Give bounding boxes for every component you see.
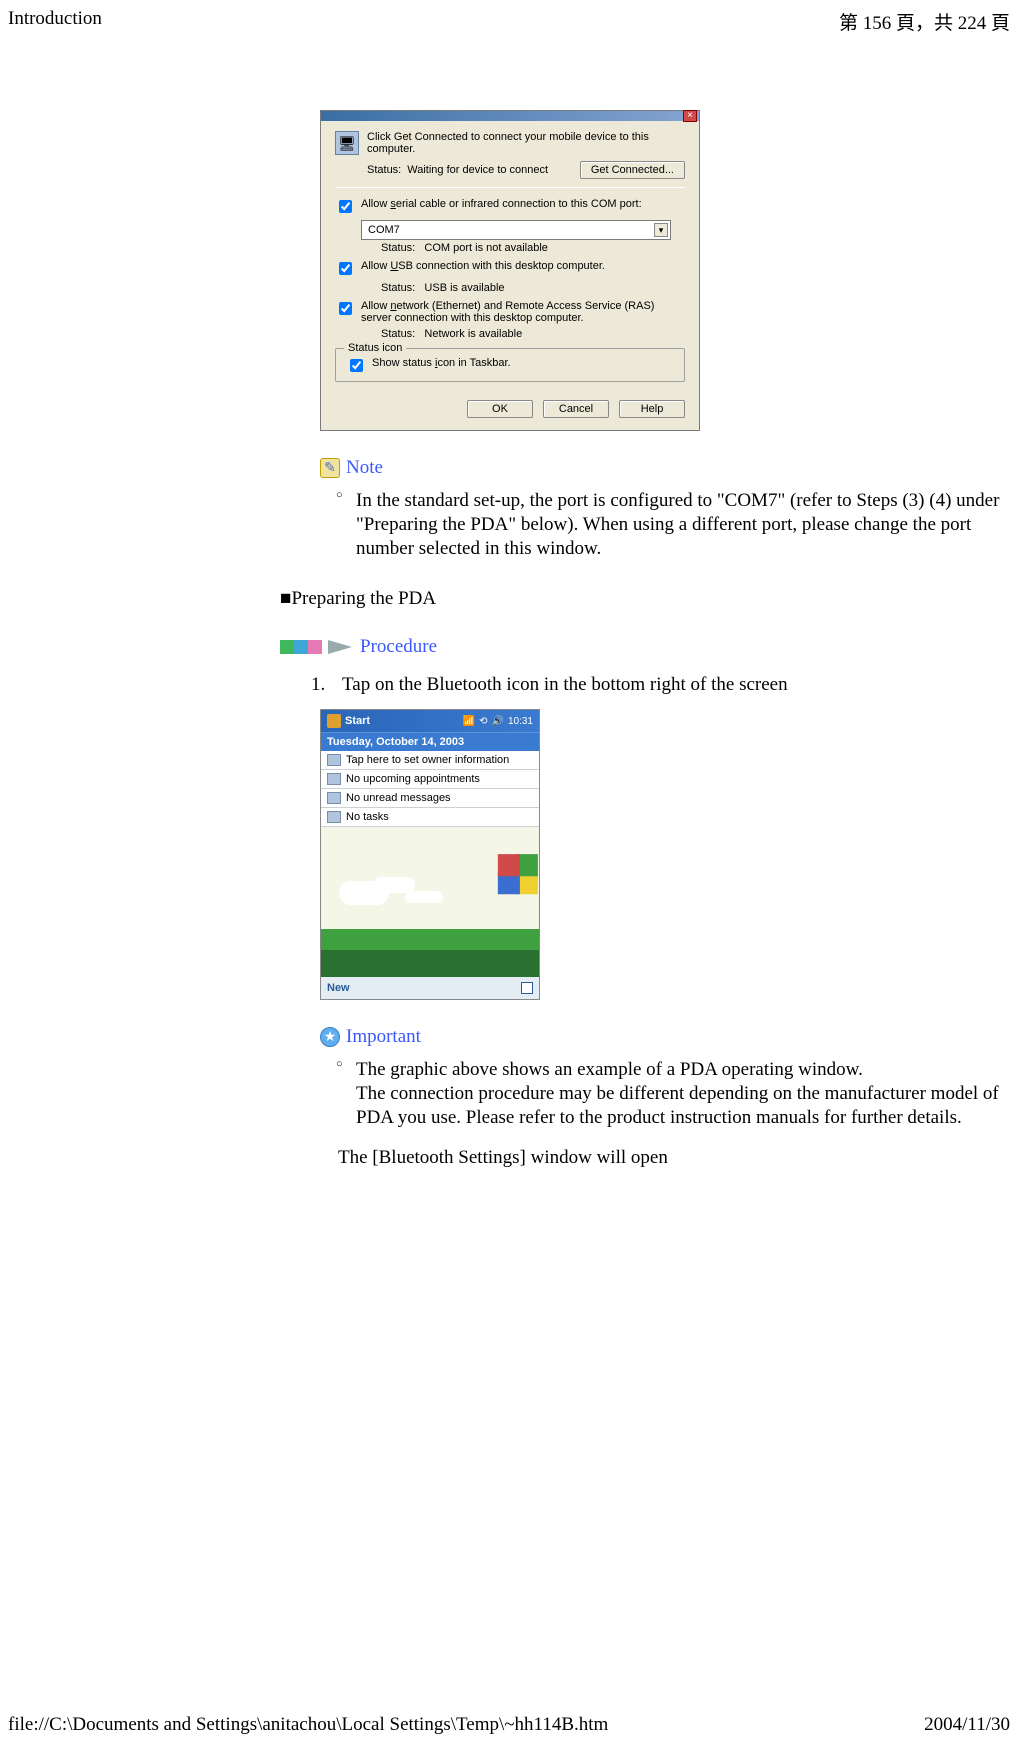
pda-date: Tuesday, October 14, 2003 xyxy=(321,732,539,751)
task-row[interactable]: No tasks xyxy=(321,808,539,827)
start-label: Start xyxy=(345,715,370,727)
bluetooth-icon[interactable] xyxy=(521,982,533,994)
important-icon: ★ xyxy=(320,1027,340,1047)
procedure-label: Procedure xyxy=(360,636,437,658)
content-region: × 🖥 Click Get Connected to connect your … xyxy=(260,110,1018,1169)
usb-checkbox[interactable] xyxy=(339,262,352,275)
clock: 10:31 xyxy=(508,716,533,727)
device-icon: 🖥 xyxy=(335,131,359,155)
section-heading: Preparing the PDA xyxy=(280,588,1018,610)
close-icon[interactable]: × xyxy=(683,110,697,122)
usb-checkbox-row[interactable]: Allow USB connection with this desktop c… xyxy=(335,260,685,278)
network-checkbox[interactable] xyxy=(339,302,352,315)
dialog-message: Click Get Connected to connect your mobi… xyxy=(367,131,685,155)
status-icon-group: Status icon Show status icon in Taskbar. xyxy=(335,348,685,382)
note-text: In the standard set-up, the port is conf… xyxy=(328,489,1018,560)
important-text: The graphic above shows an example of a … xyxy=(328,1058,1018,1129)
serial-checkbox-label: Allow serial cable or infrared connectio… xyxy=(361,198,642,210)
file-path: file://C:\Documents and Settings\anitach… xyxy=(8,1714,608,1736)
serial-checkbox-row[interactable]: Allow serial cable or infrared connectio… xyxy=(335,198,685,216)
tray-checkbox-label: Show status icon in Taskbar. xyxy=(372,357,511,369)
status-label: Status: xyxy=(367,164,401,176)
pda-bottom-bar: New xyxy=(321,977,539,999)
network-checkbox-row[interactable]: Allow network (Ethernet) and Remote Acce… xyxy=(335,300,685,324)
msg-row[interactable]: No unread messages xyxy=(321,789,539,808)
cloud-icon xyxy=(339,881,389,905)
network-status: Network is available xyxy=(424,328,522,340)
com-port-combo[interactable]: COM7 ▾ xyxy=(361,220,671,240)
usb-checkbox-label: Allow USB connection with this desktop c… xyxy=(361,260,605,272)
important-line2: The connection procedure may be differen… xyxy=(356,1083,999,1128)
ok-button[interactable]: OK xyxy=(467,400,533,418)
owner-icon xyxy=(327,754,341,766)
trailing-line: The [Bluetooth Settings] window will ope… xyxy=(338,1147,1018,1169)
status-word-3: Status: xyxy=(381,328,415,340)
serial-status: COM port is not available xyxy=(424,242,548,254)
note-label: Note xyxy=(346,457,383,479)
pda-screenshot: Start 📶 ⟲ 🔊 10:31 Tuesday, October 14, 2… xyxy=(320,709,540,1000)
page-date: 2004/11/30 xyxy=(924,1714,1010,1736)
signal-icon: 📶 xyxy=(463,716,475,727)
get-connected-button[interactable]: Get Connected... xyxy=(580,161,685,179)
windows-flag-icon xyxy=(327,714,341,728)
pda-wallpaper: ◼ xyxy=(321,827,539,977)
network-checkbox-label: Allow network (Ethernet) and Remote Acce… xyxy=(361,300,685,324)
com-port-value: COM7 xyxy=(368,224,400,236)
tray-checkbox[interactable] xyxy=(350,359,363,372)
cancel-button[interactable]: Cancel xyxy=(543,400,609,418)
owner-text: Tap here to set owner information xyxy=(346,754,509,766)
help-button[interactable]: Help xyxy=(619,400,685,418)
pda-taskbar: Start 📶 ⟲ 🔊 10:31 xyxy=(321,710,539,732)
status-value: Waiting for device to connect xyxy=(407,164,548,176)
page-counter: 第 156 頁，共 224 頁 xyxy=(839,8,1010,35)
chevron-down-icon[interactable]: ▾ xyxy=(654,223,668,237)
titlebar: × xyxy=(321,111,699,121)
msg-text: No unread messages xyxy=(346,792,451,804)
procedure-icon xyxy=(280,640,322,654)
important-line1: The graphic above shows an example of a … xyxy=(356,1059,863,1080)
speaker-icon: 🔊 xyxy=(492,716,504,727)
task-icon xyxy=(327,811,341,823)
group-legend: Status icon xyxy=(344,342,406,354)
appt-row[interactable]: No upcoming appointments xyxy=(321,770,539,789)
sync-icon: ⟲ xyxy=(479,716,487,727)
new-button[interactable]: New xyxy=(327,982,350,994)
important-label: Important xyxy=(346,1026,421,1048)
status-word: Status: xyxy=(381,242,415,254)
calendar-icon xyxy=(327,773,341,785)
connection-settings-dialog: × 🖥 Click Get Connected to connect your … xyxy=(320,110,700,431)
page-title: Introduction xyxy=(8,8,102,35)
arrow-right-icon xyxy=(328,640,352,654)
note-icon: ✎ xyxy=(320,458,340,478)
start-button[interactable]: Start xyxy=(327,714,370,728)
task-text: No tasks xyxy=(346,811,389,823)
appt-text: No upcoming appointments xyxy=(346,773,480,785)
owner-row[interactable]: Tap here to set owner information xyxy=(321,751,539,770)
status-word-2: Status: xyxy=(381,282,415,294)
windows-logo-icon: ◼ xyxy=(495,843,523,883)
serial-checkbox[interactable] xyxy=(339,200,352,213)
envelope-icon xyxy=(327,792,341,804)
tray-checkbox-row[interactable]: Show status icon in Taskbar. xyxy=(346,357,674,375)
step-1: Tap on the Bluetooth icon in the bottom … xyxy=(330,674,1018,697)
usb-status: USB is available xyxy=(424,282,504,294)
